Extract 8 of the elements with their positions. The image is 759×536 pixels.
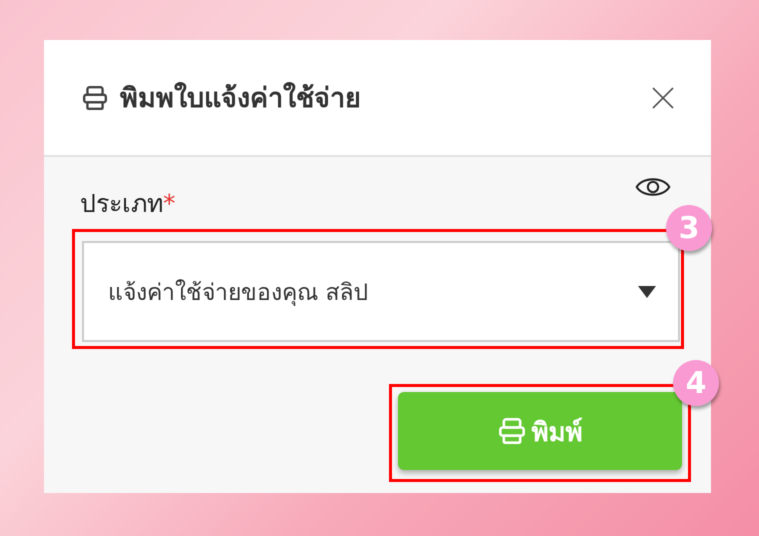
caret-icon — [638, 286, 656, 298]
step-badge: 3 — [666, 205, 712, 251]
close-icon[interactable] — [651, 86, 675, 110]
printer-icon — [82, 84, 108, 110]
printer-icon — [498, 417, 526, 445]
field-label: ประเภท* — [80, 188, 176, 220]
dialog-title: พิมพใบแจ้งค่าใช้จ่าย — [120, 81, 362, 116]
type-dropdown[interactable]: แจ้งค่าใช้จ่ายของคุณ สลิป — [82, 241, 680, 342]
